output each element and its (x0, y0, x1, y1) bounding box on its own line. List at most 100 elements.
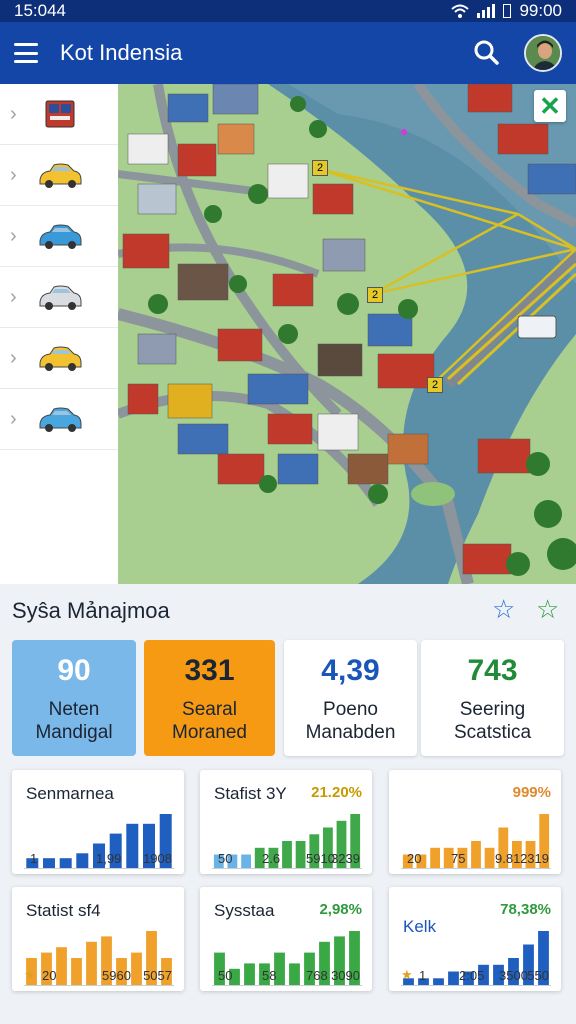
menu-icon[interactable] (14, 43, 38, 63)
kpi-label: Seering Scatstica (421, 698, 564, 744)
mini-bar (126, 823, 139, 868)
mini-bar (76, 853, 89, 868)
mini-axis-label: 50 (218, 851, 233, 866)
mini-axis-label: 3239 (331, 851, 360, 866)
sidebar-item-vehicle[interactable]: › (0, 84, 118, 145)
mini-bar (430, 847, 440, 869)
kpi-card[interactable]: 331 Searal Moraned (144, 640, 275, 756)
app-bar: Kot Indensia (0, 22, 576, 84)
mini-axis-label: 2:05 (459, 968, 485, 983)
mini-chart-card[interactable]: Statist sf4 ★ 20 5960 5057 (12, 887, 184, 991)
mini-axis-label: 5057 (143, 968, 172, 983)
app-title: Kot Indensia (60, 40, 183, 65)
mini-axis-label: 3090 (331, 968, 360, 983)
star-outline-icon[interactable]: ☆ (536, 594, 559, 625)
chevron-right-icon: › (10, 285, 17, 308)
avatar[interactable] (524, 34, 562, 72)
kpi-value: 90 (57, 654, 91, 687)
kpi-value: 743 (467, 654, 518, 687)
signal-icon (477, 4, 496, 18)
mini-bar (244, 963, 255, 985)
star-icon: ★ (24, 967, 36, 982)
mini-bar (289, 963, 300, 985)
kpi-label-line: Manabden (305, 722, 396, 743)
mini-axis-label: 5960 (102, 968, 131, 983)
mini-axis-label: 20 (407, 851, 422, 866)
mini-bar (295, 841, 306, 868)
chevron-right-icon: › (10, 407, 17, 430)
mini-axis-label: 550 (527, 968, 549, 983)
star-outline-icon[interactable]: ☆ (492, 594, 515, 625)
wifi-icon (451, 4, 470, 18)
sidebar-item-vehicle[interactable]: › (0, 328, 118, 389)
chevron-right-icon: › (10, 224, 17, 247)
mini-axis-label: 75 (451, 851, 466, 866)
mini-bar (131, 952, 142, 985)
chevron-right-icon: › (10, 163, 17, 186)
sidebar-item-vehicle[interactable]: › (0, 206, 118, 267)
status-bar: 15:044 99:00 (0, 0, 576, 22)
mini-axis-label: 50 (218, 968, 233, 983)
mini-chart-card[interactable]: Kelk 78,38% ★ 1 2:05 3500 550 (389, 887, 561, 991)
car-icon (39, 346, 82, 371)
mini-axis-label: 1 (419, 968, 427, 983)
search-icon[interactable] (470, 36, 504, 70)
mini-bar (86, 941, 97, 985)
bus-icon (45, 100, 75, 128)
kpi-value: 331 (184, 654, 235, 687)
chevron-right-icon: › (10, 346, 17, 369)
close-map-button[interactable]: ✕ (534, 90, 566, 122)
mini-bar (56, 947, 67, 985)
mini-bar (471, 841, 481, 868)
car-icon (39, 407, 82, 432)
mini-bar (71, 958, 82, 985)
mini-chart-card[interactable]: Sysstaa 2,98% 50 58 768 3090 (200, 887, 372, 991)
chevron-right-icon: › (10, 102, 17, 125)
mini-bar (59, 858, 72, 868)
kpi-label: Searal Moraned (144, 698, 275, 744)
city-map[interactable]: 2 2 2 ✕ (118, 84, 576, 584)
mini-axis-label: 20 (42, 968, 57, 983)
star-icon: ★ (401, 967, 413, 982)
route-marker[interactable]: 2 (312, 160, 328, 176)
stats-panel: Syŝa Mảnajmoa ☆ ☆ 90 Neten Mandigal 331 Sear… (0, 584, 576, 1024)
kpi-card[interactable]: 743 Seering Scatstica (421, 640, 564, 756)
route-marker[interactable]: 2 (367, 287, 383, 303)
vehicle-sidebar: › › › › › › (0, 84, 118, 584)
sidebar-item-vehicle[interactable]: › (0, 267, 118, 328)
kpi-label-line: Neten (48, 699, 100, 720)
kpi-label-line: Seering (459, 699, 526, 720)
battery-icon (503, 4, 512, 18)
mini-bar (433, 978, 444, 986)
kpi-label: Poeno Manabden (284, 698, 417, 744)
kpi-label: Neten Mandigal (12, 698, 136, 744)
mini-chart-card[interactable]: Stafist 3Y 21.20% 50 2.6 5910 3239 (200, 770, 372, 874)
mini-axis-label: 3500 (499, 968, 528, 983)
mini-bar (43, 858, 55, 868)
mini-axis-label: 768 (306, 968, 328, 983)
kpi-label-line: Poeno (323, 699, 378, 720)
mini-bar (448, 971, 459, 985)
sidebar-item-vehicle[interactable]: › (0, 145, 118, 206)
mini-axis-label: 9.81 (495, 851, 521, 866)
mini-axis-label: 2.6 (262, 851, 281, 866)
car-icon (39, 163, 82, 188)
kpi-label-line: Mandigal (35, 722, 113, 743)
mini-axis-label: 58 (262, 968, 277, 983)
kpi-card[interactable]: 4,39 Poeno Manabden (284, 640, 417, 756)
mini-bar (484, 847, 495, 869)
panel-title: Syŝa Mảnajmoa (12, 598, 170, 623)
kpi-label-line: Searal (182, 699, 237, 720)
status-clock: 99:00 (519, 1, 562, 20)
sidebar-item-vehicle[interactable]: › (0, 389, 118, 450)
kpi-card[interactable]: 90 Neten Mandigal (12, 640, 136, 756)
mini-chart-card[interactable]: Senmarnea 1 1,99 1908 (12, 770, 184, 874)
kpi-label-line: Scatstica (453, 722, 532, 743)
kpi-label-line: Moraned (172, 722, 247, 743)
mini-chart-card[interactable]: 999% 20 75 9.81 2319 (389, 770, 561, 874)
mini-bar (241, 854, 251, 868)
mini-axis-label: 1,99 (96, 851, 122, 866)
map-canvas[interactable] (118, 84, 576, 584)
mini-axis-label: 2319 (520, 851, 549, 866)
route-marker[interactable]: 2 (427, 377, 443, 393)
